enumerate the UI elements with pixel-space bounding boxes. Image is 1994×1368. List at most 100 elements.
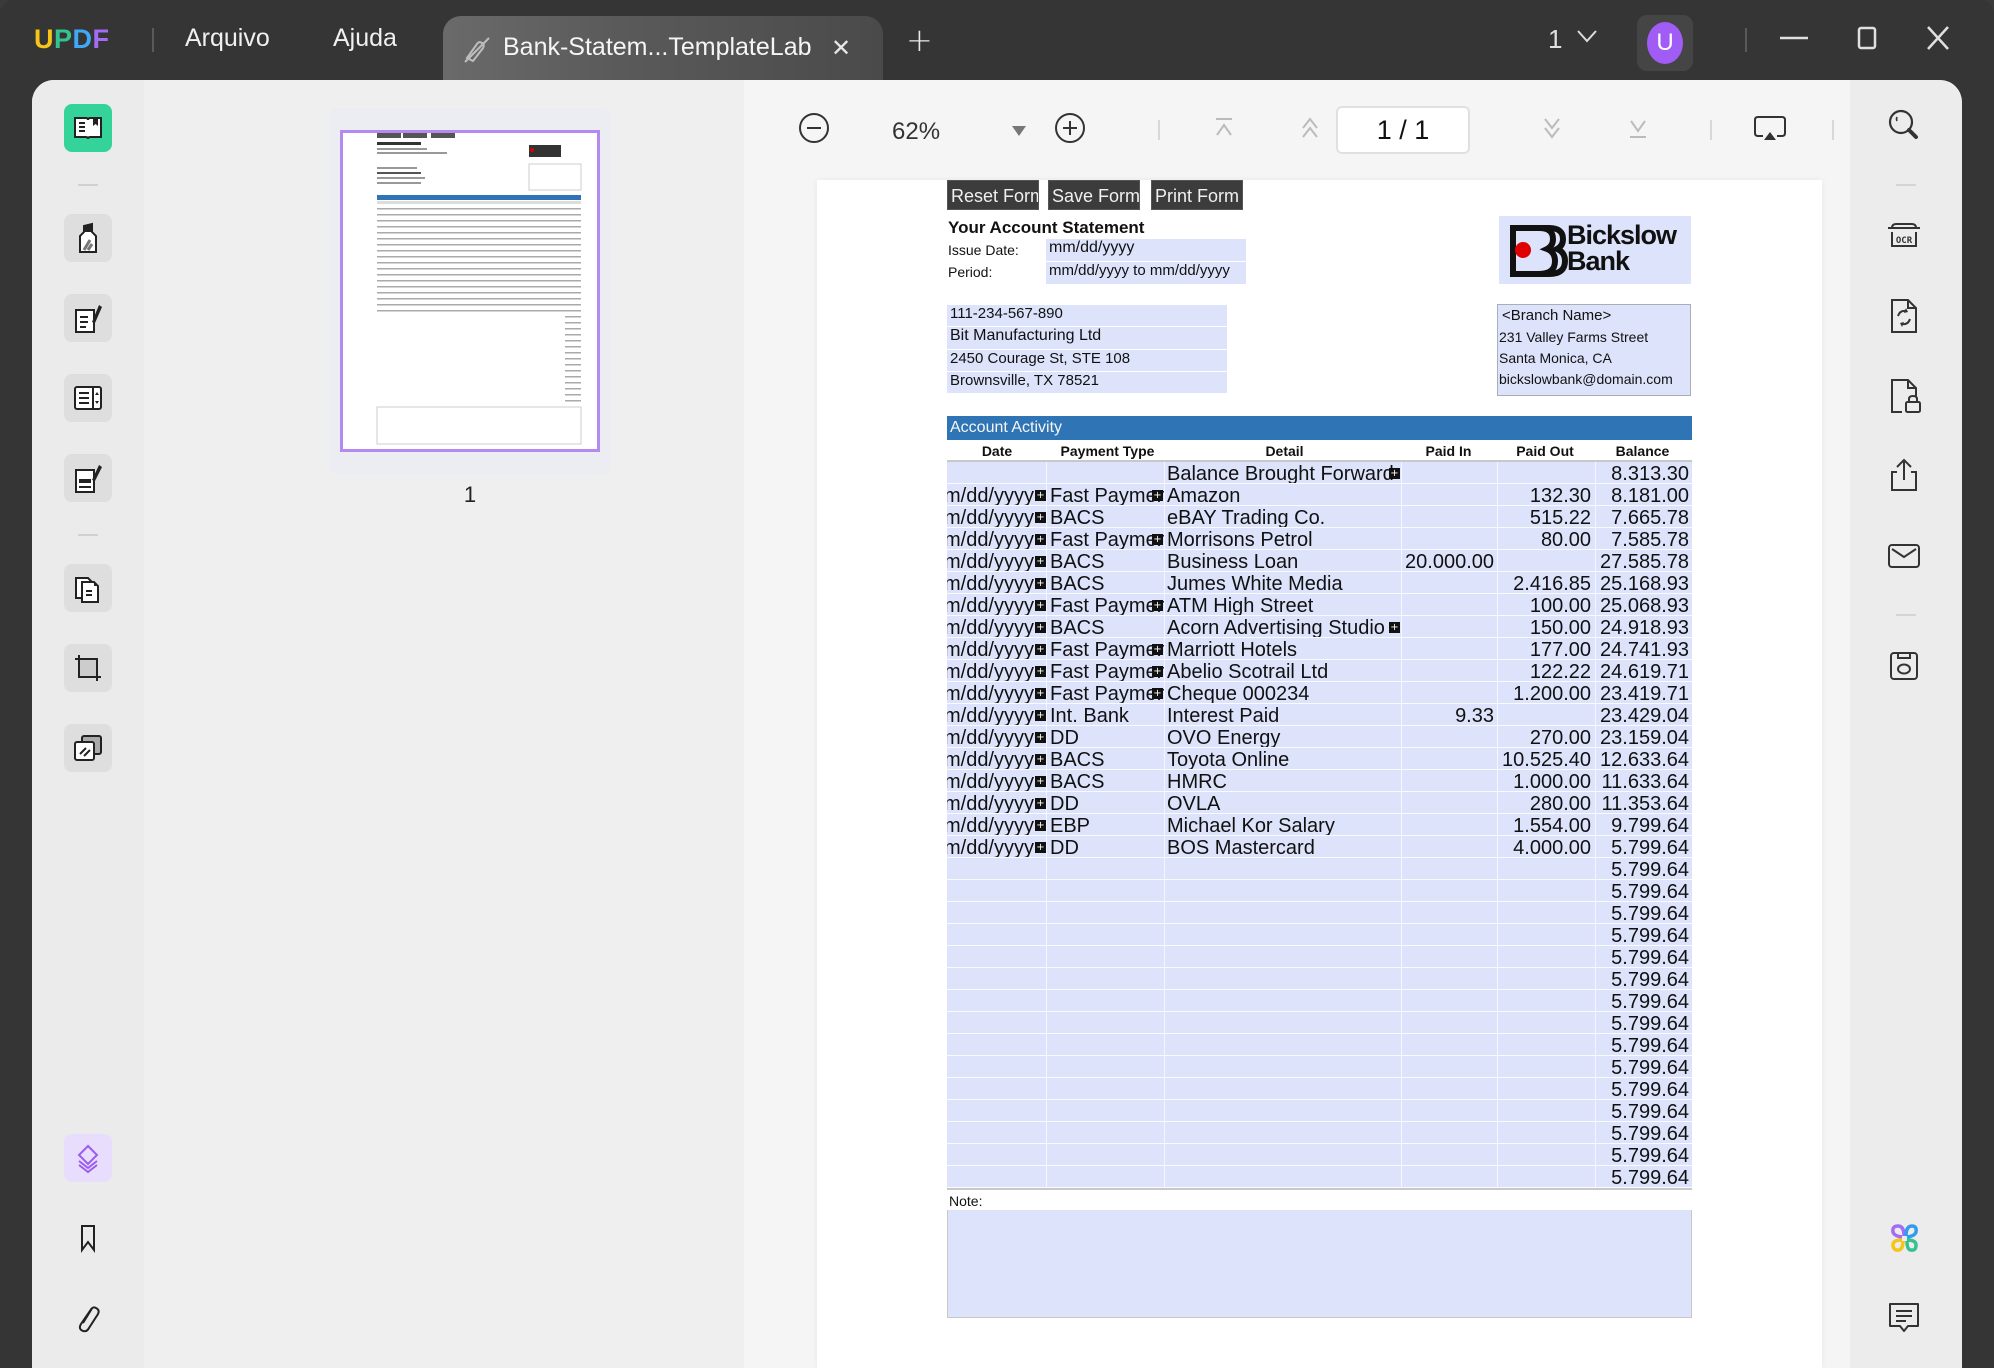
payment-type-cell[interactable]: Fast Payment + [1047, 594, 1165, 615]
account-number-field[interactable]: 111-234-567-890 [947, 305, 1227, 326]
page-number-input[interactable]: 1 / 1 [1336, 106, 1470, 154]
paid-out-cell[interactable] [1498, 704, 1596, 725]
date-cell[interactable]: mm/dd/yyyy+ [947, 726, 1047, 747]
payment-type-cell[interactable]: Int. Bank [1047, 704, 1165, 725]
paid-in-cell[interactable] [1402, 594, 1498, 615]
balance-cell[interactable]: 24.918.93 [1596, 616, 1692, 637]
balance-cell[interactable]: 24.741.93 [1596, 638, 1692, 659]
ai-assistant-button[interactable] [1882, 1216, 1926, 1260]
zoom-level[interactable]: 62% [892, 118, 940, 146]
account-button[interactable]: U [1637, 15, 1693, 71]
payment-type-cell[interactable]: BACS [1047, 506, 1165, 527]
date-cell[interactable] [947, 990, 1047, 1011]
paid-in-cell[interactable] [1402, 946, 1498, 967]
overflow-plus-icon[interactable]: + [1152, 534, 1163, 545]
detail-cell[interactable]: Marriott Hotels [1165, 638, 1402, 659]
paid-in-cell[interactable] [1402, 836, 1498, 857]
paid-out-cell[interactable] [1498, 1078, 1596, 1099]
date-cell[interactable]: mm/dd/yyyy+ [947, 704, 1047, 725]
detail-cell[interactable] [1165, 1166, 1402, 1187]
payment-type-cell[interactable] [1047, 1144, 1165, 1165]
detail-cell[interactable] [1165, 1144, 1402, 1165]
paid-out-cell[interactable] [1498, 946, 1596, 967]
previous-page-icon[interactable] [1292, 110, 1328, 146]
date-cell[interactable]: mm/dd/yyyy+ [947, 594, 1047, 615]
paid-out-cell[interactable] [1498, 902, 1596, 923]
payment-type-cell[interactable] [1047, 858, 1165, 879]
paid-in-cell[interactable] [1402, 1144, 1498, 1165]
overflow-plus-icon[interactable]: + [1389, 622, 1400, 633]
balance-cell[interactable]: 23.419.71 [1596, 682, 1692, 703]
detail-cell[interactable]: eBAY Trading Co. [1165, 506, 1402, 527]
payment-type-cell[interactable] [1047, 880, 1165, 901]
date-cell[interactable] [947, 858, 1047, 879]
payment-type-cell[interactable]: EBP [1047, 814, 1165, 835]
paid-in-cell[interactable] [1402, 616, 1498, 637]
payment-type-cell[interactable]: BACS [1047, 770, 1165, 791]
paid-out-cell[interactable] [1498, 968, 1596, 989]
detail-cell[interactable]: Cheque 000234 [1165, 682, 1402, 703]
paid-in-cell[interactable] [1402, 748, 1498, 769]
detail-cell[interactable]: Interest Paid [1165, 704, 1402, 725]
detail-cell[interactable]: Business Loan [1165, 550, 1402, 571]
overflow-plus-icon[interactable]: + [1035, 820, 1046, 831]
page-thumbnail[interactable] [330, 108, 610, 474]
payment-type-cell[interactable] [1047, 902, 1165, 923]
balance-cell[interactable]: 7.585.78 [1596, 528, 1692, 549]
slideshow-icon[interactable] [1752, 110, 1788, 146]
balance-cell[interactable]: 24.619.71 [1596, 660, 1692, 681]
paid-in-cell[interactable] [1402, 770, 1498, 791]
payment-type-cell[interactable]: BACS [1047, 748, 1165, 769]
payment-type-cell[interactable]: BACS [1047, 616, 1165, 637]
note-field[interactable] [947, 1210, 1692, 1318]
date-cell[interactable]: mm/dd/yyyy+ [947, 836, 1047, 857]
chevron-down-icon[interactable] [1576, 28, 1598, 44]
date-cell[interactable]: mm/dd/yyyy+ [947, 638, 1047, 659]
paid-in-cell[interactable] [1402, 1056, 1498, 1077]
fill-sign-button[interactable] [64, 454, 112, 502]
balance-cell[interactable]: 25.168.93 [1596, 572, 1692, 593]
detail-cell[interactable] [1165, 1078, 1402, 1099]
detail-cell[interactable] [1165, 902, 1402, 923]
date-cell[interactable] [947, 924, 1047, 945]
detail-cell[interactable] [1165, 1122, 1402, 1143]
account-name-field[interactable]: Bit Manufacturing Ltd [947, 327, 1227, 349]
detail-cell[interactable] [1165, 1056, 1402, 1077]
date-cell[interactable] [947, 902, 1047, 923]
zoom-dropdown-icon[interactable] [1012, 126, 1026, 136]
balance-cell[interactable]: 5.799.64 [1596, 990, 1692, 1011]
date-cell[interactable] [947, 1012, 1047, 1033]
paid-out-cell[interactable]: 280.00 [1498, 792, 1596, 813]
paid-in-cell[interactable] [1402, 484, 1498, 505]
date-cell[interactable] [947, 1034, 1047, 1055]
paid-out-cell[interactable] [1498, 550, 1596, 571]
detail-cell[interactable] [1165, 968, 1402, 989]
last-page-icon[interactable] [1620, 110, 1656, 146]
detail-cell[interactable]: Jumes White Media [1165, 572, 1402, 593]
paid-in-cell[interactable] [1402, 924, 1498, 945]
close-window-icon[interactable] [1918, 18, 1958, 58]
date-cell[interactable] [947, 1078, 1047, 1099]
paid-out-cell[interactable]: 122.22 [1498, 660, 1596, 681]
paid-in-cell[interactable] [1402, 1122, 1498, 1143]
payment-type-cell[interactable] [1047, 1078, 1165, 1099]
payment-type-cell[interactable] [1047, 990, 1165, 1011]
period-field[interactable]: mm/dd/yyyy to mm/dd/yyyy [1046, 262, 1246, 284]
paid-in-cell[interactable] [1402, 638, 1498, 659]
overflow-plus-icon[interactable]: + [1152, 600, 1163, 611]
window-count[interactable]: 1 [1548, 24, 1562, 55]
balance-cell[interactable]: 8.313.30 [1596, 462, 1692, 483]
balance-cell[interactable]: 5.799.64 [1596, 880, 1692, 901]
paid-in-cell[interactable] [1402, 990, 1498, 1011]
paid-out-cell[interactable]: 177.00 [1498, 638, 1596, 659]
paid-out-cell[interactable] [1498, 924, 1596, 945]
date-cell[interactable]: mm/dd/yyyy+ [947, 770, 1047, 791]
balance-cell[interactable]: 5.799.64 [1596, 1078, 1692, 1099]
balance-cell[interactable]: 5.799.64 [1596, 1012, 1692, 1033]
paid-out-cell[interactable] [1498, 1122, 1596, 1143]
paid-out-cell[interactable] [1498, 1166, 1596, 1187]
balance-cell[interactable]: 5.799.64 [1596, 1034, 1692, 1055]
date-cell[interactable]: mm/dd/yyyy+ [947, 814, 1047, 835]
reset-form-button[interactable]: Reset Form [947, 180, 1039, 210]
payment-type-cell[interactable] [1047, 1056, 1165, 1077]
